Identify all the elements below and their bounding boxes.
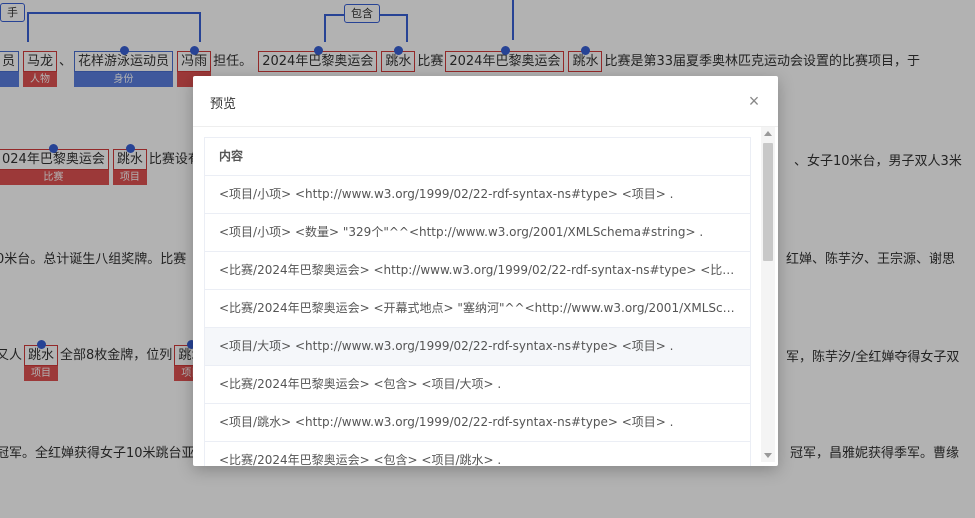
table-row[interactable]: <比赛/2024年巴黎奥运会> <包含> <项目/大项> . — [205, 366, 750, 404]
table-row[interactable]: <项目/小项> <数量> "329个"^^<http://www.w3.org/… — [205, 214, 750, 252]
preview-dialog: 预览 × 内容 <项目/小项> <http://www.w3.org/1999/… — [193, 76, 778, 466]
table-row[interactable]: <比赛/2024年巴黎奥运会> <开幕式地点> "塞纳河"^^<http://w… — [205, 290, 750, 328]
table-row[interactable]: <项目/大项> <http://www.w3.org/1999/02/22-rd… — [205, 328, 750, 366]
dialog-header: 预览 × — [193, 76, 778, 127]
table-row[interactable]: <比赛/2024年巴黎奥运会> <http://www.w3.org/1999/… — [205, 252, 750, 290]
table-row[interactable]: <比赛/2024年巴黎奥运会> <包含> <项目/跳水> . — [205, 442, 750, 466]
scroll-up-arrow-icon[interactable] — [764, 131, 772, 136]
scroll-thumb[interactable] — [763, 143, 773, 261]
close-button[interactable]: × — [742, 89, 766, 113]
column-header-content: 内容 — [205, 138, 750, 176]
table-row[interactable]: <项目/小项> <http://www.w3.org/1999/02/22-rd… — [205, 176, 750, 214]
table-row[interactable]: <项目/跳水> <http://www.w3.org/1999/02/22-rd… — [205, 404, 750, 442]
dialog-title: 预览 — [210, 97, 237, 112]
close-icon: × — [748, 91, 760, 111]
scroll-down-arrow-icon[interactable] — [764, 453, 772, 458]
preview-table: 内容 <项目/小项> <http://www.w3.org/1999/02/22… — [204, 137, 751, 466]
vertical-scrollbar[interactable] — [761, 127, 775, 462]
